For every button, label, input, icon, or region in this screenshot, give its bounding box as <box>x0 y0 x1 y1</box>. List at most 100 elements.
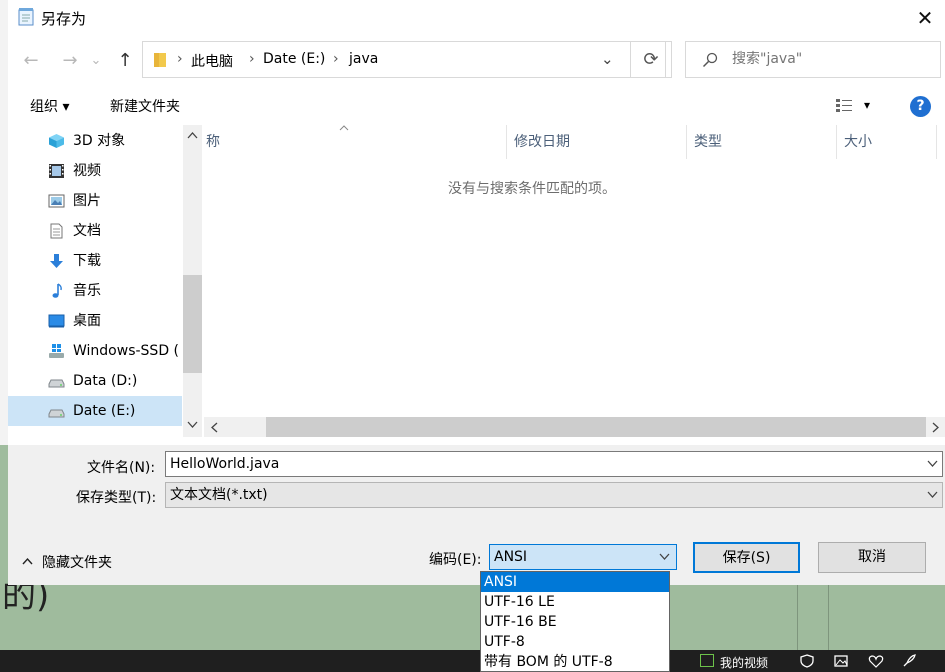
breadcrumb-drive-e[interactable]: Date (E:) <box>263 51 325 67</box>
column-name[interactable]: 称 <box>206 125 220 159</box>
back-arrow-icon: ← <box>23 50 39 71</box>
music-icon <box>52 283 62 298</box>
back-button[interactable]: ← <box>18 48 44 74</box>
filename-value: HelloWorld.java <box>170 456 280 472</box>
view-options-icon[interactable] <box>835 98 853 114</box>
sidebar-item-label: 文档 <box>73 223 101 239</box>
sidebar-item-videos[interactable]: 视频 <box>8 156 182 186</box>
search-input[interactable] <box>732 48 932 70</box>
encoding-label: 编码(E): <box>429 552 482 568</box>
encoding-option-utf8[interactable]: UTF-8 <box>481 632 669 652</box>
chevron-down-icon: ⌄ <box>90 53 102 68</box>
scrollbar-thumb[interactable] <box>266 417 926 437</box>
scroll-up-icon[interactable] <box>187 131 198 139</box>
filename-input[interactable]: HelloWorld.java <box>165 451 943 477</box>
chevron-down-icon[interactable] <box>927 460 938 468</box>
organize-menu[interactable]: 组织 ▾ <box>30 96 69 116</box>
up-button[interactable]: ↑ <box>112 48 138 74</box>
heart-rate-icon[interactable] <box>868 654 884 668</box>
picture-icon <box>48 194 65 208</box>
chevron-down-icon[interactable] <box>927 491 938 499</box>
encoding-select[interactable]: ANSI <box>489 544 677 570</box>
column-divider[interactable] <box>686 125 687 159</box>
shield-icon[interactable] <box>800 654 814 668</box>
document-icon <box>50 223 63 239</box>
close-icon: ✕ <box>916 6 934 30</box>
windows-drive-icon <box>49 344 64 358</box>
help-button[interactable]: ? <box>910 96 931 117</box>
save-options-panel: 文件名(N): HelloWorld.java 保存类型(T): 文本文档(*.… <box>8 445 945 585</box>
video-icon <box>49 164 64 178</box>
breadcrumb-separator-icon: › <box>249 51 255 67</box>
video-play-icon <box>700 654 714 667</box>
image-icon[interactable] <box>834 654 848 668</box>
taskbar-item-my-videos[interactable]: 我的视频 <box>720 654 768 671</box>
column-size[interactable]: 大小 <box>844 125 872 159</box>
taskbar: 我的视频 <box>0 650 945 672</box>
refresh-button[interactable]: ⟳ <box>630 41 672 78</box>
navigation-pane: 3D 对象 视频 图片 文档 下载 音乐 桌面 Windows-SSD (Da… <box>8 125 202 437</box>
filetype-label: 保存类型(T): <box>76 490 157 506</box>
sidebar-item-desktop[interactable]: 桌面 <box>8 306 182 336</box>
encoding-value: ANSI <box>494 549 528 565</box>
column-divider[interactable] <box>506 125 507 159</box>
close-button[interactable]: ✕ <box>908 4 942 32</box>
sidebar-item-data-d[interactable]: Data (D:) <box>8 366 182 396</box>
help-icon: ? <box>916 98 925 114</box>
cancel-button[interactable]: 取消 <box>818 542 926 573</box>
background-window-edge <box>0 0 8 445</box>
background-window <box>0 585 945 650</box>
sort-ascending-icon <box>339 125 349 131</box>
recent-locations-button[interactable]: ⌄ <box>88 48 104 74</box>
column-divider[interactable] <box>936 125 937 159</box>
empty-list-message: 没有与搜索条件匹配的项。 <box>448 181 616 197</box>
download-icon <box>50 254 63 268</box>
sidebar-item-label: 图片 <box>73 193 101 209</box>
chevron-down-icon[interactable] <box>659 553 670 561</box>
sidebar-item-label: 音乐 <box>73 283 101 299</box>
encoding-option-utf16le[interactable]: UTF-16 LE <box>481 592 669 612</box>
up-arrow-icon: ↑ <box>117 50 133 71</box>
notepad-icon <box>18 8 34 26</box>
background-divider <box>797 585 798 650</box>
column-divider[interactable] <box>836 125 837 159</box>
filetype-select[interactable]: 文本文档(*.txt) <box>165 482 943 508</box>
sidebar-item-downloads[interactable]: 下载 <box>8 246 182 276</box>
new-folder-button[interactable]: 新建文件夹 <box>110 96 180 116</box>
sidebar-item-windows-ssd[interactable]: Windows-SSD ( <box>8 336 182 366</box>
sidebar-item-label: 3D 对象 <box>73 133 126 149</box>
scroll-down-icon[interactable] <box>187 421 198 429</box>
address-bar[interactable]: › 此电脑 › Date (E:) › java ⌄ <box>142 41 666 78</box>
sidebar-item-documents[interactable]: 文档 <box>8 216 182 246</box>
encoding-option-utf8-bom[interactable]: 带有 BOM 的 UTF-8 <box>481 652 669 672</box>
scroll-left-icon[interactable] <box>210 422 218 433</box>
sidebar-scrollbar[interactable] <box>183 125 202 437</box>
view-dropdown-icon[interactable]: ▾ <box>864 98 870 112</box>
breadcrumb-this-pc[interactable]: 此电脑 <box>191 51 233 71</box>
sidebar-item-pictures[interactable]: 图片 <box>8 186 182 216</box>
chevron-up-icon[interactable] <box>22 557 33 565</box>
sidebar-item-3d-objects[interactable]: 3D 对象 <box>8 126 182 156</box>
rocket-icon[interactable] <box>902 654 916 668</box>
title-bar: 另存为 ✕ <box>8 0 945 36</box>
encoding-option-utf16be[interactable]: UTF-16 BE <box>481 612 669 632</box>
sidebar-item-date-e[interactable]: Date (E:) <box>8 396 182 426</box>
hide-folders-toggle[interactable]: 隐藏文件夹 <box>42 552 112 572</box>
scrollbar-thumb[interactable] <box>183 275 202 373</box>
save-button[interactable]: 保存(S) <box>693 542 800 573</box>
save-as-dialog: 另存为 ✕ ← → ⌄ ↑ › 此电脑 › Date (E:) › java ⌄… <box>8 0 945 585</box>
breadcrumb-java[interactable]: java <box>349 51 378 67</box>
encoding-option-ansi[interactable]: ANSI <box>481 572 669 592</box>
scroll-right-icon[interactable] <box>932 422 940 433</box>
search-icon <box>702 52 718 68</box>
background-divider <box>828 585 829 650</box>
address-dropdown-icon[interactable]: ⌄ <box>601 50 614 68</box>
sidebar-item-label: Windows-SSD ( <box>73 343 180 359</box>
column-date-modified[interactable]: 修改日期 <box>514 125 570 159</box>
forward-button[interactable]: → <box>57 48 83 74</box>
sidebar-item-music[interactable]: 音乐 <box>8 276 182 306</box>
dialog-title: 另存为 <box>41 10 87 28</box>
search-box[interactable] <box>685 41 941 78</box>
file-list-scrollbar[interactable] <box>204 417 945 437</box>
column-type[interactable]: 类型 <box>694 125 722 159</box>
